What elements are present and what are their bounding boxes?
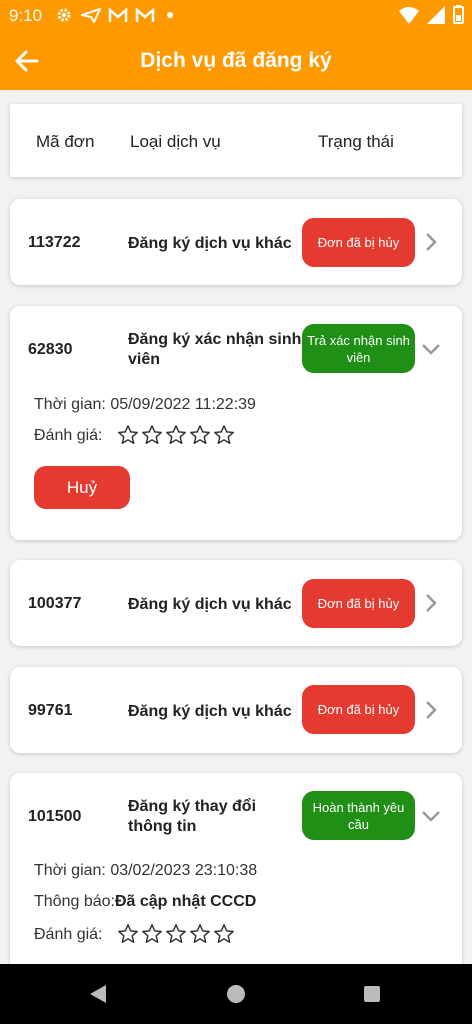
gear-icon	[57, 8, 71, 22]
order-card[interactable]: 62830 Đăng ký xác nhận sinh viên Trả xác…	[10, 306, 462, 540]
time-label: Thời gian:	[34, 862, 106, 879]
star-icon[interactable]	[213, 424, 235, 446]
order-card[interactable]: 101500 Đăng ký thay đổi thông tin Hoàn t…	[10, 773, 462, 973]
battery-icon	[453, 5, 464, 24]
gmail-icon	[108, 8, 128, 22]
order-id: 99761	[28, 702, 73, 719]
order-service: Đăng ký dịch vụ khác	[128, 703, 292, 720]
order-service: Đăng ký xác nhận sinh viên	[128, 331, 302, 368]
header-service-type: Loại dịch vụ	[130, 132, 221, 151]
rating-label: Đánh giá:	[34, 926, 103, 943]
status-badge: Trả xác nhận sinh viên	[302, 324, 415, 373]
dot-icon	[167, 12, 173, 18]
order-service: Đăng ký thay đổi thông tin	[128, 798, 257, 835]
gmail-icon	[135, 8, 155, 22]
order-service: Đăng ký dịch vụ khác	[128, 235, 292, 252]
star-icon[interactable]	[141, 923, 163, 945]
header-order-id: Mã đơn	[36, 132, 95, 151]
time-value: 03/02/2023 23:10:38	[110, 862, 258, 879]
order-id: 62830	[28, 341, 73, 358]
rating-label: Đánh giá:	[34, 427, 103, 444]
wifi-icon	[399, 6, 419, 24]
rating-stars[interactable]	[117, 424, 235, 446]
order-card[interactable]: 113722 Đăng ký dịch vụ khác Đơn đã bị hủ…	[10, 199, 462, 285]
order-card[interactable]: 100377 Đăng ký dịch vụ khác Đơn đã bị hủ…	[10, 560, 462, 646]
star-icon[interactable]	[189, 923, 211, 945]
order-id: 113722	[28, 234, 81, 251]
notice-label: Thông báo:	[34, 893, 115, 910]
status-time: 9:10	[9, 6, 43, 25]
time-label: Thời gian:	[34, 396, 106, 413]
chevron-right-icon[interactable]	[420, 231, 442, 253]
notice-value: Đã cập nhật CCCD	[114, 893, 257, 910]
status-badge: Đơn đã bị hủy	[302, 685, 415, 734]
order-card[interactable]: 99761 Đăng ký dịch vụ khác Đơn đã bị hủy	[10, 667, 462, 753]
order-time: Thời gian: 05/09/2022 11:22:39	[34, 396, 256, 414]
star-icon[interactable]	[189, 424, 211, 446]
header-status: Trạng thái	[318, 132, 394, 151]
system-nav-bar	[0, 964, 472, 1024]
status-badge: Đơn đã bị hủy	[302, 218, 415, 267]
chevron-right-icon[interactable]	[420, 592, 442, 614]
chevron-down-icon[interactable]	[420, 805, 442, 827]
chevron-down-icon[interactable]	[420, 338, 442, 360]
star-icon[interactable]	[141, 424, 163, 446]
time-value: 05/09/2022 11:22:39	[110, 396, 256, 413]
order-time: Thời gian: 03/02/2023 23:10:38	[34, 862, 257, 880]
order-notice: Thông báo:Đã cập nhật CCCD	[34, 893, 256, 911]
rating-stars[interactable]	[117, 923, 235, 945]
star-icon[interactable]	[213, 923, 235, 945]
table-header: Mã đơn Loại dịch vụ Trạng thái	[10, 104, 462, 177]
status-badge: Đơn đã bị hủy	[302, 579, 415, 628]
star-icon[interactable]	[117, 424, 139, 446]
status-bar: 9:10	[0, 0, 472, 32]
order-id: 100377	[28, 595, 82, 612]
order-service: Đăng ký dịch vụ khác	[128, 596, 292, 613]
back-triangle-icon[interactable]	[88, 984, 108, 1004]
star-icon[interactable]	[165, 923, 187, 945]
chevron-right-icon[interactable]	[420, 699, 442, 721]
app-bar: Dịch vụ đã đăng ký	[0, 32, 472, 90]
recents-square-icon[interactable]	[362, 984, 382, 1004]
signal-icon	[427, 5, 445, 24]
page-title: Dịch vụ đã đăng ký	[140, 49, 332, 72]
star-icon[interactable]	[165, 424, 187, 446]
cancel-button[interactable]: Huỷ	[34, 466, 130, 509]
home-circle-icon[interactable]	[226, 984, 246, 1004]
status-badge: Hoàn thành yêu cầu	[302, 791, 415, 840]
order-id: 101500	[28, 808, 82, 825]
send-icon	[81, 8, 101, 23]
star-icon[interactable]	[117, 923, 139, 945]
